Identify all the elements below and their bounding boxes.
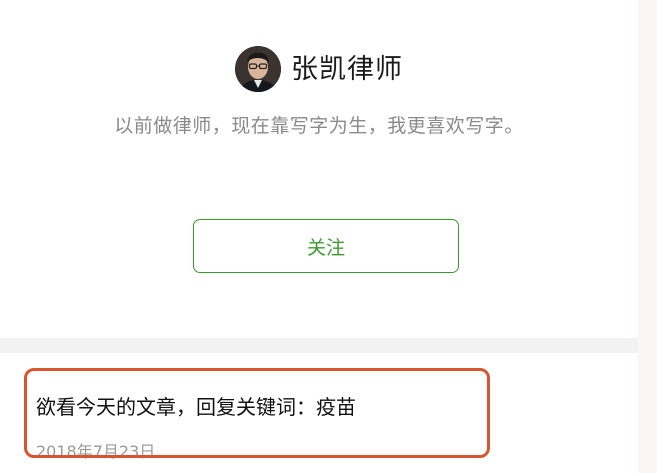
highlight-annotation-box	[24, 368, 490, 458]
person-portrait-icon	[235, 46, 281, 92]
avatar[interactable]	[235, 46, 281, 92]
account-description: 以前做律师，现在靠写字为生，我更喜欢写字。	[114, 115, 524, 137]
section-divider	[0, 338, 638, 353]
account-name: 张凯律师	[291, 53, 403, 85]
profile-card: 张凯律师 以前做律师，现在靠写字为生，我更喜欢写字。 关注	[0, 0, 638, 338]
follow-button[interactable]: 关注	[193, 219, 459, 273]
profile-header: 张凯律师	[0, 46, 638, 92]
right-edge-strip	[638, 0, 657, 473]
